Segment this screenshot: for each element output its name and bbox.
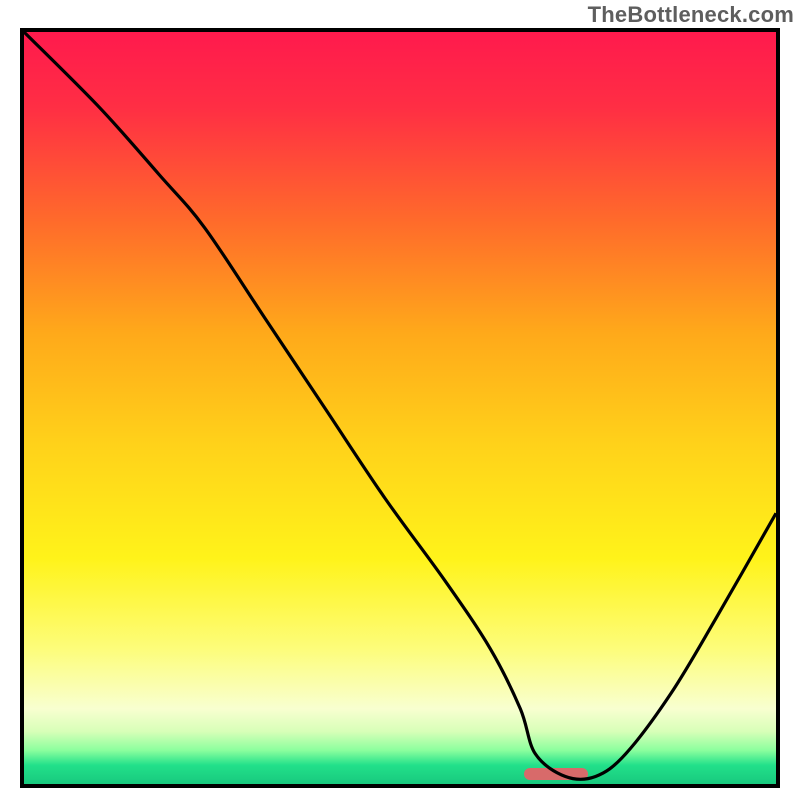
watermark-text: TheBottleneck.com [588,2,794,28]
curve-path [24,32,776,779]
bottleneck-curve [24,32,776,784]
chart-frame [20,28,780,788]
